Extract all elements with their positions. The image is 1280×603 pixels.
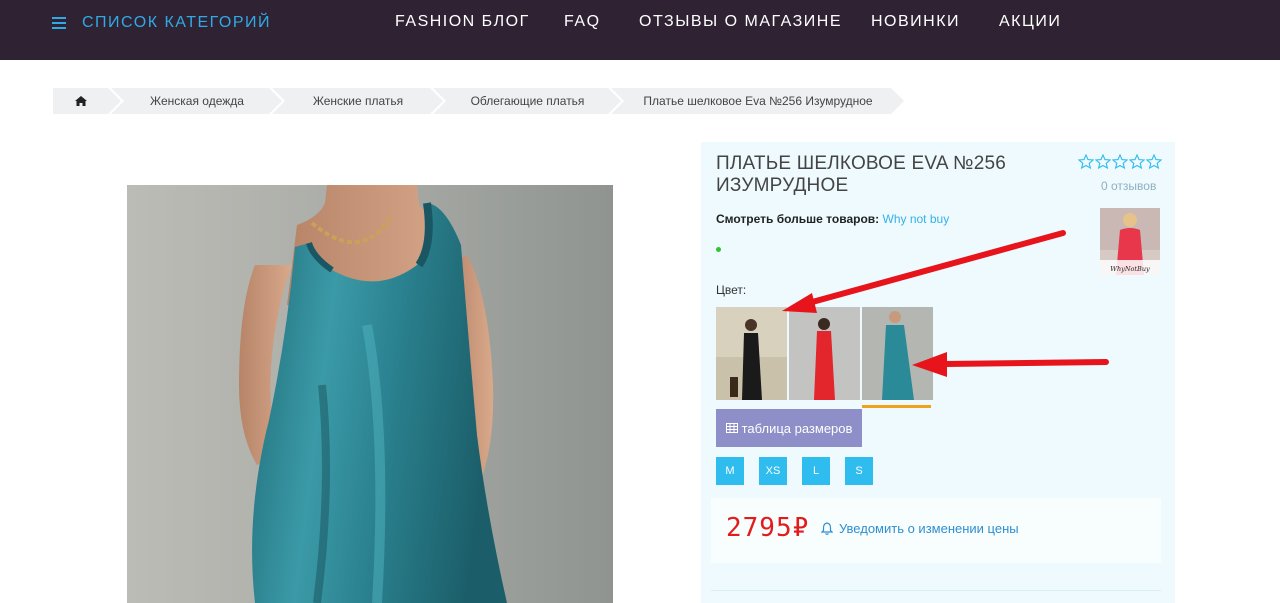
size-button-s[interactable]: S — [845, 457, 873, 485]
product-photo-illustration — [127, 185, 613, 603]
selected-color-indicator — [862, 405, 931, 408]
color-swatch-emerald-image — [862, 307, 933, 400]
star-icon — [1078, 154, 1094, 169]
hamburger-icon — [52, 17, 66, 29]
nav-new-arrivals[interactable]: НОВИНКИ — [871, 13, 960, 33]
price-notify-label: Уведомить о изменении цены — [839, 521, 1019, 536]
color-swatch-black[interactable] — [716, 307, 787, 400]
product-title: ПЛАТЬЕ ШЕЛКОВОЕ EVA №256 ИЗУМРУДНОЕ — [716, 153, 1007, 196]
price-box: 2795₽ Уведомить о изменении цены — [711, 498, 1161, 563]
nav-store-reviews[interactable]: ОТЗЫВЫ О МАГАЗИНЕ — [639, 13, 842, 33]
bell-icon — [821, 522, 833, 535]
panel-divider — [711, 590, 1161, 591]
seller-link[interactable]: Why not buy — [883, 212, 950, 226]
size-button-xs[interactable]: XS — [759, 457, 787, 485]
star-icon — [1112, 154, 1128, 169]
breadcrumb-item-fitted-dresses[interactable]: Облегающие платья — [433, 88, 621, 114]
categories-menu-label: СПИСОК КАТЕГОРИЙ — [82, 14, 272, 31]
breadcrumb-item-current-product: Платье шелковое Eva №256 Изумрудное — [611, 88, 904, 114]
seller-logo-thumbnail[interactable]: WhyNotBuy — [1100, 208, 1160, 275]
star-icon — [1095, 154, 1111, 169]
size-table-button[interactable]: таблица размеров — [716, 409, 862, 447]
color-swatch-black-image — [716, 307, 787, 400]
reviews-count-link[interactable]: 0 отзывов — [1101, 179, 1156, 193]
categories-menu-button[interactable]: СПИСОК КАТЕГОРИЙ — [52, 13, 271, 33]
product-info-panel: ПЛАТЬЕ ШЕЛКОВОЕ EVA №256 ИЗУМРУДНОЕ 0 от… — [701, 142, 1175, 603]
seller-logo-text: WhyNotBuy — [1110, 265, 1150, 273]
product-price: 2795₽ — [726, 513, 810, 543]
rating-stars[interactable] — [1078, 154, 1162, 169]
nav-sales[interactable]: АКЦИИ — [999, 13, 1061, 33]
star-icon — [1129, 154, 1145, 169]
star-icon — [1146, 154, 1162, 169]
in-stock-indicator — [716, 247, 721, 252]
more-products-label: Смотреть больше товаров: — [716, 212, 880, 226]
color-swatch-red[interactable] — [789, 307, 860, 400]
size-options: M XS L S — [716, 457, 873, 485]
seller-thumbnail-image: WhyNotBuy — [1100, 208, 1160, 275]
breadcrumb: Женская одежда Женские платья Облегающие… — [53, 88, 913, 114]
more-products-line: Смотреть больше товаров: Why not buy — [716, 212, 949, 226]
product-main-photo[interactable] — [127, 185, 613, 603]
breadcrumb-item-womens-dresses[interactable]: Женские платья — [272, 88, 443, 114]
color-swatch-emerald[interactable] — [862, 307, 933, 400]
home-icon — [74, 96, 87, 106]
size-button-l[interactable]: L — [802, 457, 830, 485]
nav-fashion-blog[interactable]: FASHION БЛОГ — [395, 13, 530, 33]
price-notify-link[interactable]: Уведомить о изменении цены — [821, 521, 1019, 536]
top-navigation-bar: СПИСОК КАТЕГОРИЙ FASHION БЛОГ FAQ ОТЗЫВЫ… — [0, 0, 1280, 60]
color-label: Цвет: — [716, 283, 747, 297]
breadcrumb-item-womens-clothing[interactable]: Женская одежда — [111, 88, 282, 114]
size-table-label: таблица размеров — [741, 420, 853, 436]
nav-faq[interactable]: FAQ — [564, 13, 601, 33]
size-button-m[interactable]: M — [716, 457, 744, 485]
table-icon — [725, 423, 738, 433]
color-swatch-red-image — [789, 307, 860, 400]
breadcrumb-home[interactable] — [53, 88, 121, 114]
